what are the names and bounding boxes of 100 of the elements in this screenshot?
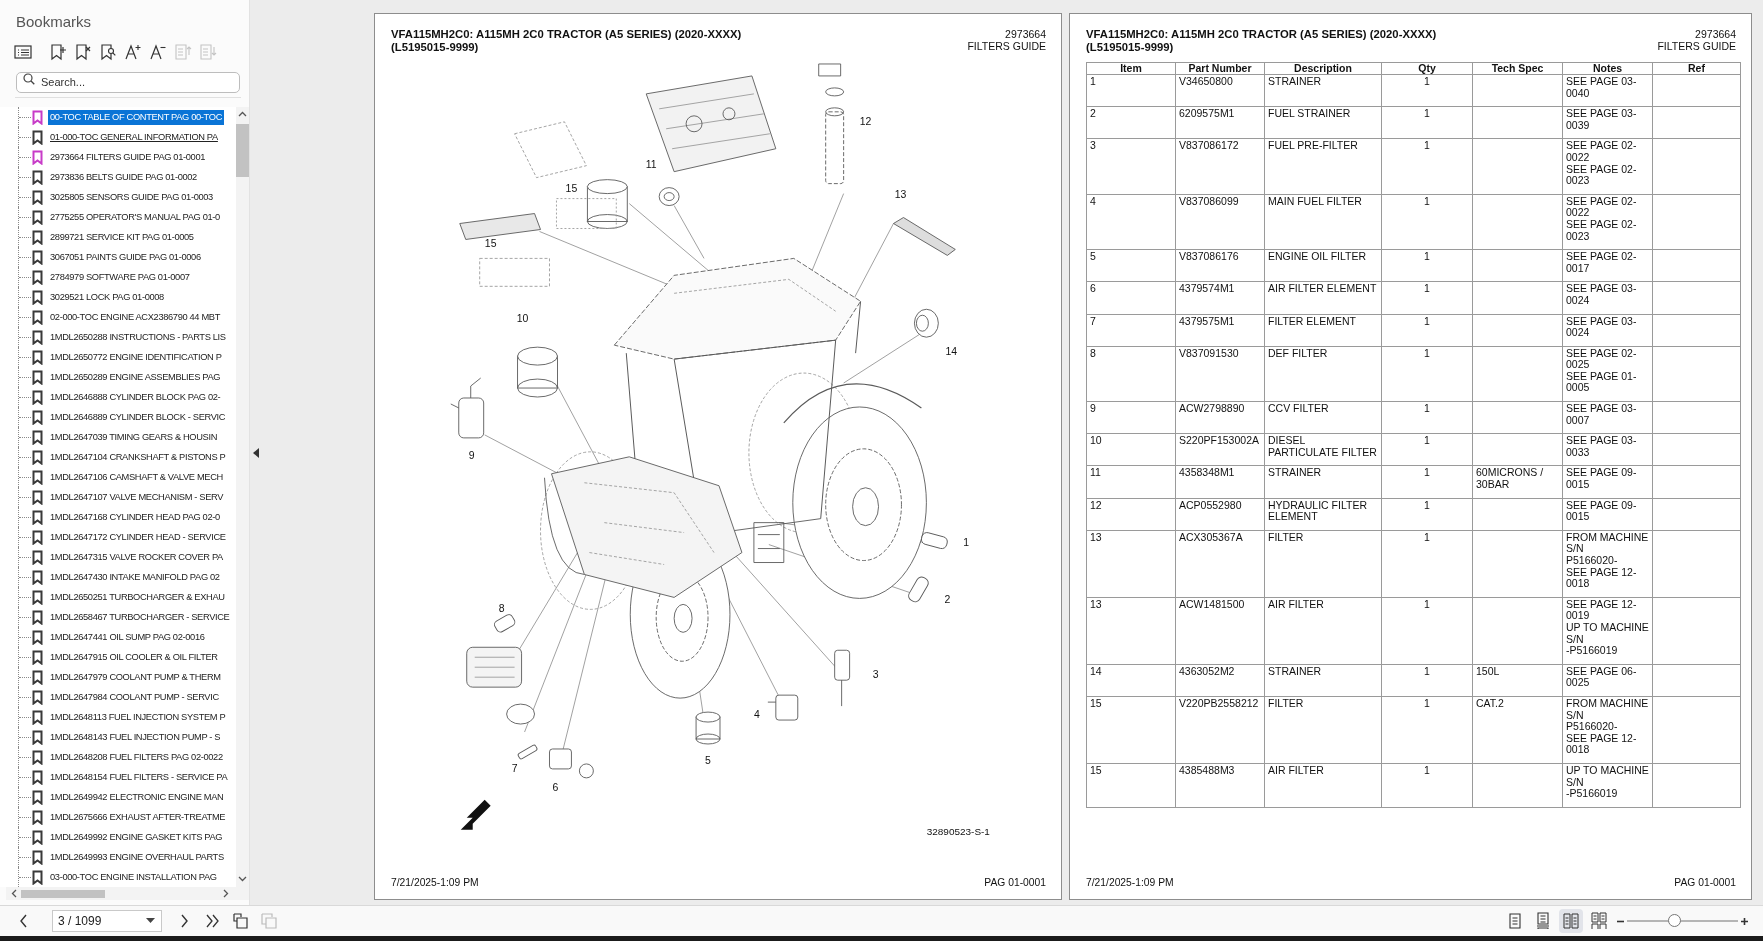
callout-number: 2 — [944, 594, 951, 606]
table-cell: SEE PAGE 03- 0024 — [1562, 314, 1653, 347]
callout-number: 1 — [963, 536, 970, 548]
table-cell: 14 — [1086, 664, 1176, 697]
table-cell: 15 — [1086, 696, 1176, 764]
table-cell: ACW1481500 — [1175, 597, 1265, 665]
bookmark-item[interactable]: 1MDL2648208 FUEL FILTERS PAG 02-0022 — [48, 749, 225, 765]
scroll-left-icon[interactable] — [11, 889, 17, 898]
column-header: Tech Spec — [1472, 62, 1563, 75]
bookmark-item[interactable]: 1MDL2648113 FUEL INJECTION SYSTEM P — [48, 709, 228, 725]
collapse-panel-icon[interactable] — [253, 447, 259, 458]
single-page-icon — [1506, 912, 1524, 930]
table-cell: 150L — [1472, 664, 1563, 697]
bookmark-item[interactable]: 1MDL2647315 VALVE ROCKER COVER PA — [48, 549, 225, 565]
column-header: Description — [1264, 62, 1382, 75]
view-mode-button[interactable] — [1559, 909, 1583, 933]
bookmark-item[interactable]: 1MDL2650288 INSTRUCTIONS - PARTS LIS — [48, 329, 228, 345]
bookmark-item[interactable]: 1MDL2647172 CYLINDER HEAD - SERVICE — [48, 529, 228, 545]
bookmark-item[interactable]: 1MDL2647430 INTAKE MANIFOLD PAG 02 — [48, 569, 222, 585]
table-cell: 4379575M1 — [1175, 314, 1265, 347]
bookmark-item[interactable]: 1MDL2646889 CYLINDER BLOCK - SERVIC — [48, 409, 228, 425]
table-cell: FROM MACHINE S/N P5166020- SEE PAGE 12- 0018 — [1562, 696, 1653, 764]
table-cell: SEE PAGE 03- 0007 — [1562, 401, 1653, 434]
bookmark-item[interactable]: 1MDL2647039 TIMING GEARS & HOUSIN — [48, 429, 220, 445]
bookmark-search-icon[interactable] — [99, 43, 117, 61]
bookmark-item[interactable]: 01-000-TOC GENERAL INFORMATION PA — [48, 129, 220, 145]
bookmark-item[interactable]: 1MDL2646888 CYLINDER BLOCK PAG 02- — [48, 389, 223, 405]
bookmark-item[interactable]: 1MDL2647915 OIL COOLER & OIL FILTER — [48, 649, 220, 665]
bookmark-item[interactable]: 2899721 SERVICE KIT PAG 01-0005 — [48, 229, 196, 245]
table-cell: SEE PAGE 02- 0022 SEE PAGE 02- 0023 — [1562, 194, 1653, 250]
callout-number: 9 — [468, 449, 475, 461]
bookmark-item[interactable]: 1MDL2675666 EXHAUST AFTER-TREATME — [48, 809, 228, 825]
bookmark-item[interactable]: 2973836 BELTS GUIDE PAG 01-0002 — [48, 169, 199, 185]
bookmark-item[interactable]: 3067051 PAINTS GUIDE PAG 01-0006 — [48, 249, 203, 265]
table-cell: 7 — [1086, 314, 1176, 347]
bookmark-item[interactable]: 1MDL2650289 ENGINE ASSEMBLIES PAG — [48, 369, 223, 385]
bookmark-add-icon[interactable] — [49, 43, 67, 61]
table-cell: MAIN FUEL FILTER — [1264, 194, 1382, 250]
list-icon[interactable] — [14, 43, 32, 61]
bookmark-item[interactable]: 1MDL2647106 CAMSHAFT & VALVE MECH — [48, 469, 225, 485]
table-cell: SEE PAGE 03- 0024 — [1562, 281, 1653, 314]
zoom-in-icon[interactable] — [1740, 916, 1749, 926]
callout-number: 14 — [945, 346, 958, 358]
bookmark-item[interactable]: 1MDL2658467 TURBOCHARGER - SERVICE — [48, 609, 232, 625]
bookmark-item[interactable]: 3029521 LOCK PAG 01-0008 — [48, 289, 166, 305]
scrollbar-thumb[interactable] — [236, 124, 249, 177]
scroll-up-icon[interactable] — [238, 111, 247, 117]
table-cell: ACX305367A — [1175, 530, 1265, 598]
bookmark-item[interactable]: 1MDL2647441 OIL SUMP PAG 02-0016 — [48, 629, 207, 645]
text-smaller-icon[interactable] — [149, 43, 167, 61]
bookmark-item[interactable]: 02-000-TOC ENGINE ACX2386790 44 MBT — [48, 309, 222, 325]
bookmark-item[interactable]: 1MDL2648143 FUEL INJECTION PUMP - S — [48, 729, 223, 745]
table-cell: FUEL STRAINER — [1264, 106, 1382, 139]
bookmark-item[interactable]: 2784979 SOFTWARE PAG 01-0007 — [48, 269, 192, 285]
table-cell: 1 — [1381, 530, 1473, 598]
bookmark-item[interactable]: 1MDL2649942 ELECTRONIC ENGINE MAN — [48, 789, 226, 805]
scrollbar-thumb[interactable] — [21, 889, 105, 898]
page-field[interactable]: 3 / 1099 — [52, 910, 162, 932]
table-cell: 4358348M1 — [1175, 465, 1265, 499]
table-cell: SEE PAGE 03- 0039 — [1562, 106, 1653, 139]
window-swap-icon[interactable] — [232, 912, 250, 930]
bookmark-item[interactable]: 1MDL2648154 FUEL FILTERS - SERVICE PA — [48, 769, 230, 785]
bookmark-item[interactable]: 1MDL2647984 COOLANT PUMP - SERVIC — [48, 689, 221, 705]
table-cell: V837086099 — [1175, 194, 1265, 250]
document-title: VFA115MH2C0: A115MH 2C0 TRACTOR (A5 SERIES) (2020-XXXX) (L5195015-9999) — [1086, 28, 1437, 54]
callout-number: 13 — [894, 188, 907, 200]
bookmark-item[interactable]: 1MDL2647107 VALVE MECHANISM - SERV — [48, 489, 226, 505]
table-cell: 5 — [1086, 249, 1176, 282]
table-cell: V34650800 — [1175, 74, 1265, 107]
table-cell: 1 — [1381, 498, 1473, 531]
scroll-down-icon[interactable] — [238, 876, 247, 882]
section-title: FILTERS GUIDE — [967, 40, 1046, 52]
bookmark-item[interactable]: 1MDL2647104 CRANKSHAFT & PISTONS P — [48, 449, 228, 465]
bookmark-item[interactable]: 2973664 FILTERS GUIDE PAG 01-0001 — [48, 149, 208, 165]
bookmark-item[interactable]: 00-TOC TABLE OF CONTENT PAG 00-TOC — [48, 109, 224, 125]
table-cell: CCV FILTER — [1264, 401, 1382, 434]
search-field[interactable]: Search... — [16, 71, 240, 93]
bookmark-item[interactable]: 1MDL2647979 COOLANT PUMP & THERM — [48, 669, 223, 685]
bookmark-item[interactable]: 1MDL2650251 TURBOCHARGER & EXHAU — [48, 589, 227, 605]
table-cell: DIESEL PARTICULATE FILTER — [1264, 433, 1382, 466]
table-cell: 1 — [1381, 597, 1473, 665]
bookmark-item[interactable]: 1MDL2650772 ENGINE IDENTIFICATION P — [48, 349, 224, 365]
bookmark-item[interactable]: 3025805 SENSORS GUIDE PAG 01-0003 — [48, 189, 215, 205]
bookmark-item[interactable]: 03-000-TOC ENGINE INSTALLATION PAG — [48, 869, 219, 885]
bookmark-item[interactable]: 1MDL2649992 ENGINE GASKET KITS PAG — [48, 829, 225, 845]
slider-thumb[interactable] — [1667, 914, 1681, 927]
text-larger-icon[interactable] — [124, 43, 142, 61]
scroll-right-icon[interactable] — [223, 889, 229, 898]
table-cell: 1 — [1381, 433, 1473, 466]
bookmark-item[interactable]: 1MDL2647168 CYLINDER HEAD PAG 02-0 — [48, 509, 222, 525]
bookmark-item[interactable]: 2775255 OPERATOR'S MANUAL PAG 01-0 — [48, 209, 222, 225]
bookmark-item[interactable]: 1MDL2649993 ENGINE OVERHAUL PARTS — [48, 849, 226, 865]
callout-number: 5 — [705, 754, 711, 766]
callout-number: 3 — [872, 669, 879, 681]
table-cell: HYDRAULIC FILTER ELEMENT — [1264, 498, 1382, 531]
table-cell: 1 — [1381, 314, 1473, 347]
table-cell: 1 — [1381, 74, 1473, 107]
table-cell: SEE PAGE 06- 0025 — [1562, 664, 1653, 697]
bookmark-delete-icon[interactable] — [74, 43, 92, 61]
table-cell: V837086176 — [1175, 249, 1265, 282]
